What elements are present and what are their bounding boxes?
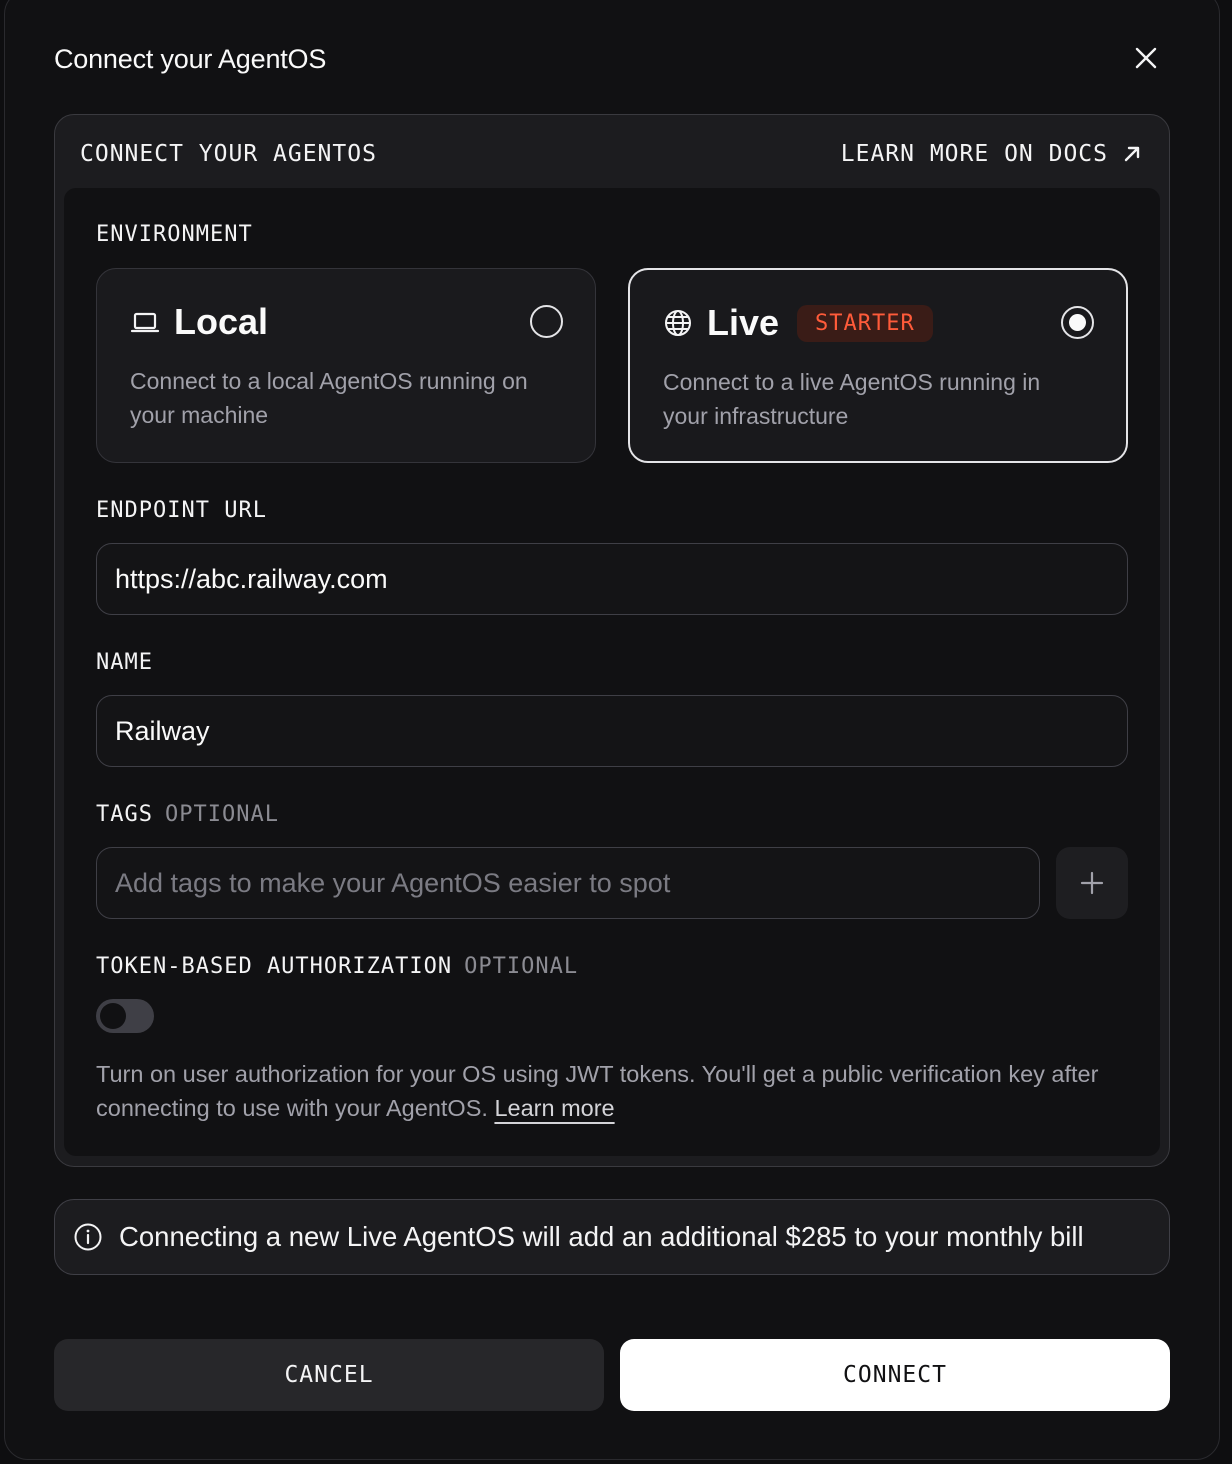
env-radio-local[interactable]	[530, 305, 563, 338]
tags-label-text: TAGS	[96, 802, 153, 827]
env-option-title: Live	[707, 302, 780, 343]
modal-title: Connect your AgentOS	[54, 44, 327, 74]
plus-icon	[1080, 871, 1104, 895]
close-button[interactable]	[1128, 40, 1164, 76]
auth-description: Turn on user authorization for your OS u…	[96, 1057, 1116, 1125]
env-radio-live[interactable]	[1061, 306, 1094, 339]
info-icon	[74, 1223, 102, 1251]
env-option-description: Connect to a local AgentOS running on yo…	[130, 368, 528, 428]
arrow-up-right-icon	[1124, 146, 1140, 162]
panel-header-title: CONNECT YOUR AGENTOS	[80, 141, 377, 167]
toggle-knob	[100, 1003, 126, 1029]
close-icon	[1135, 47, 1157, 69]
environment-label: ENVIRONMENT	[96, 222, 253, 247]
laptop-icon	[130, 312, 160, 333]
cancel-button[interactable]: CANCEL	[54, 1339, 604, 1411]
auth-label: TOKEN-BASED AUTHORIZATION OPTIONAL	[96, 954, 578, 979]
auth-toggle[interactable]	[96, 999, 154, 1033]
billing-notice: Connecting a new Live AgentOS will add a…	[54, 1199, 1170, 1275]
env-option-title: Local	[174, 301, 269, 342]
endpoint-label: ENDPOINT URL	[96, 498, 267, 523]
add-tag-button[interactable]	[1056, 847, 1128, 919]
docs-link-label: LEARN MORE ON DOCS	[840, 141, 1108, 167]
tags-input[interactable]: Add tags to make your AgentOS easier to …	[96, 847, 1040, 919]
starter-badge: STARTER	[797, 304, 933, 342]
tags-label: TAGS OPTIONAL	[96, 802, 279, 827]
env-option-live[interactable]: Live STARTER Connect to a live AgentOS r…	[628, 268, 1128, 463]
globe-icon	[665, 310, 691, 336]
learn-more-link[interactable]: Learn more	[494, 1095, 614, 1121]
endpoint-url-input[interactable]: https://abc.railway.com	[96, 543, 1128, 615]
name-input[interactable]: Railway	[96, 695, 1128, 767]
env-option-local[interactable]: Local Connect to a local AgentOS running…	[96, 268, 596, 463]
connect-button[interactable]: CONNECT	[620, 1339, 1170, 1411]
tags-optional-text: OPTIONAL	[164, 802, 279, 827]
docs-link[interactable]: LEARN MORE ON DOCS	[841, 141, 1142, 167]
name-label: NAME	[96, 650, 153, 675]
env-option-description: Connect to a live AgentOS running in you…	[663, 369, 1041, 429]
auth-optional-text: OPTIONAL	[464, 954, 579, 979]
notice-text: Connecting a new Live AgentOS will add a…	[119, 1221, 1084, 1252]
auth-label-text: TOKEN-BASED AUTHORIZATION	[96, 954, 453, 979]
